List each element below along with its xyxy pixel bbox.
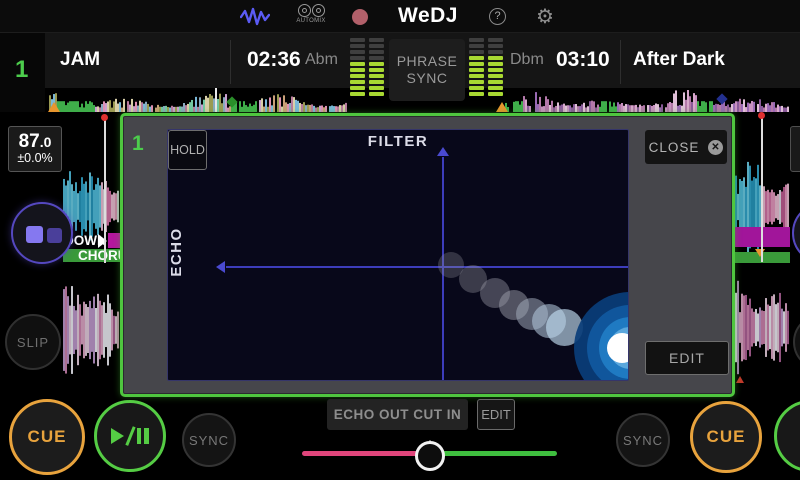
wedj-app: AUTOMIX WeDJ ? ⚙ 1 JAM 02:36 Abm PHRASE …	[0, 0, 800, 480]
fx-panel: 1 FILTER ECHO HOLD CLOSE ✕ EDIT	[120, 113, 735, 397]
deck1-waveform-lower[interactable]	[63, 266, 120, 394]
deck2-track-title: After Dark	[633, 49, 725, 71]
deck2-playhead-dot	[758, 112, 765, 119]
deck2-performance-pads-button[interactable]	[792, 202, 800, 264]
divider	[620, 40, 621, 84]
deck2-playhead	[761, 118, 763, 262]
deck2-controls-edge	[790, 112, 800, 397]
fx-x-axis-label: ECHO	[168, 217, 188, 287]
deck2-level-meter	[469, 38, 503, 96]
bpm-decimal: .0	[40, 134, 52, 150]
deck2-marker-icon	[736, 376, 744, 383]
pad-icon	[26, 226, 43, 243]
deck2-sync-button[interactable]: SYNC	[616, 413, 670, 467]
deck1-time: 02:36	[247, 48, 301, 72]
automix-decks-icon	[290, 4, 332, 17]
top-bar: AUTOMIX WeDJ ? ⚙	[0, 0, 800, 33]
deck1-sync-button[interactable]: SYNC	[182, 413, 236, 467]
deck1-cue-marker-icon	[48, 102, 60, 112]
help-icon[interactable]: ?	[489, 8, 506, 25]
bpm-value: 87	[19, 131, 40, 152]
deck1-phrase-bar-magenta	[108, 233, 120, 248]
app-title: WeDJ	[398, 4, 458, 28]
deck1-track-title: JAM	[60, 49, 100, 71]
deck1-playhead	[104, 120, 106, 263]
phrase-sync-button[interactable]: PHRASE SYNC	[389, 39, 465, 101]
close-label: CLOSE	[649, 140, 700, 155]
deck2-time: 03:10	[556, 48, 610, 72]
deck1-performance-pads-button[interactable]	[11, 202, 73, 264]
automix-icon[interactable]: AUTOMIX	[290, 4, 332, 24]
divider	[230, 40, 231, 84]
record-button[interactable]	[352, 9, 368, 25]
phrase-arrow-icon	[98, 234, 107, 248]
fx-hold-button[interactable]: HOLD	[168, 130, 207, 170]
axis-arrow-left-icon	[216, 261, 225, 273]
crossfader-right-fill	[430, 451, 557, 456]
crossfader-knob[interactable]	[415, 441, 445, 471]
fx-edit-button[interactable]: EDIT	[645, 341, 729, 375]
deck2-key: Dbm	[510, 51, 544, 69]
automix-label: AUTOMIX	[290, 18, 332, 24]
deck1-overview-playhead	[215, 88, 217, 112]
deck2-waveform-lower[interactable]	[735, 265, 790, 390]
fx-y-axis-label: FILTER	[167, 133, 629, 150]
deck2-cue-button[interactable]: CUE	[690, 401, 762, 473]
fx-edit-small-button[interactable]: EDIT	[477, 399, 515, 430]
fx-select-button[interactable]: ECHO OUT CUT IN	[327, 399, 468, 430]
deck2-bpm-display[interactable]	[790, 126, 800, 172]
deck1-cue-button[interactable]: CUE	[9, 399, 85, 475]
deck2-play-pause-button[interactable]	[774, 400, 800, 472]
fx-xy-pad[interactable]	[167, 129, 629, 381]
deck1-key: Abm	[305, 51, 338, 69]
deck2-slip-button[interactable]	[793, 314, 800, 370]
deck1-bpm-display[interactable]: 87.0 ±0.0%	[8, 126, 62, 172]
deck1-track-overview[interactable]	[45, 88, 347, 112]
deck1-level-meter	[350, 38, 384, 96]
fx-x-axis	[226, 266, 629, 268]
deck1-number: 1	[15, 56, 28, 84]
deck2-phrase-bar-magenta	[735, 227, 790, 247]
pad-icon	[47, 228, 62, 243]
close-icon: ✕	[708, 140, 723, 155]
fx-close-button[interactable]: CLOSE ✕	[645, 130, 727, 164]
settings-gear-icon[interactable]: ⚙	[536, 4, 554, 29]
waveform-view-icon[interactable]	[240, 7, 270, 26]
deck2-cue-marker-icon	[496, 102, 508, 112]
fx-deck-number: 1	[132, 132, 144, 156]
deck1-slip-button[interactable]: SLIP	[5, 314, 61, 370]
tempo-range: ±0.0%	[9, 151, 61, 165]
crossfader-left-fill	[302, 451, 430, 456]
deck2-track-overview[interactable]	[505, 88, 790, 112]
deck2-phrase-marker-icon	[755, 249, 765, 257]
deck1-play-pause-button[interactable]	[94, 400, 166, 472]
deck1-playhead-dot	[101, 114, 108, 121]
play-pause-icon	[111, 426, 149, 446]
